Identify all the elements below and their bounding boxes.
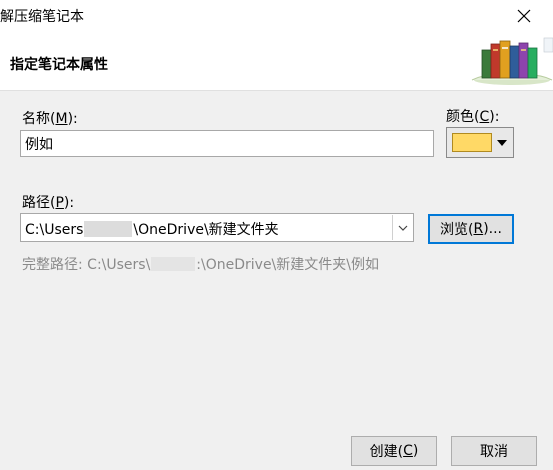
path-value: C:\Users \OneDrive\新建文件夹 bbox=[25, 219, 279, 239]
path-label: 路径(P): bbox=[22, 192, 74, 212]
color-swatch bbox=[452, 133, 492, 152]
name-label-key: M bbox=[55, 111, 68, 127]
path-label-suffix: ): bbox=[63, 195, 75, 211]
name-input[interactable] bbox=[20, 130, 434, 157]
create-button[interactable]: 创建(C) bbox=[351, 436, 437, 466]
name-label-suffix: ): bbox=[67, 111, 78, 127]
close-button[interactable] bbox=[506, 2, 542, 30]
color-label-prefix: 颜色( bbox=[446, 109, 480, 125]
full-path-text: 完整路径: C:\Users\ :\OneDrive\新建文件夹\例如 bbox=[22, 254, 379, 274]
cancel-button[interactable]: 取消 bbox=[451, 436, 537, 466]
path-value-end: \OneDrive\新建文件夹 bbox=[133, 222, 279, 238]
create-label-suffix: ) bbox=[412, 443, 419, 459]
browse-label-suffix: )... bbox=[483, 221, 502, 237]
header-title: 指定笔记本属性 bbox=[10, 57, 108, 73]
chevron-down-icon bbox=[398, 225, 408, 231]
create-label-key: C bbox=[403, 443, 413, 459]
unpack-notebook-dialog: 解压缩笔记本 指定笔记本属性 名称(M): 颜色(C): bbox=[0, 0, 553, 470]
path-value-start: C:\Users bbox=[25, 222, 84, 238]
color-label: 颜色(C): bbox=[446, 106, 499, 126]
dialog-header: 指定笔记本属性 bbox=[0, 30, 553, 91]
color-picker-button[interactable] bbox=[446, 127, 514, 158]
path-label-key: P bbox=[55, 195, 64, 211]
full-path-suffix: :\OneDrive\新建文件夹\例如 bbox=[196, 257, 379, 273]
color-label-key: C bbox=[479, 109, 490, 125]
redacted-username bbox=[151, 257, 196, 271]
browse-label-prefix: 浏览( bbox=[439, 222, 474, 238]
chevron-down-icon bbox=[497, 140, 507, 146]
color-label-suffix: ): bbox=[489, 109, 500, 125]
window-title: 解压缩笔记本 bbox=[0, 9, 84, 25]
books-icon bbox=[471, 37, 553, 85]
browse-button[interactable]: 浏览(R)... bbox=[428, 214, 514, 244]
create-label-prefix: 创建( bbox=[369, 444, 404, 460]
browse-label-key: R bbox=[473, 221, 484, 237]
redacted-username bbox=[84, 221, 133, 237]
path-combobox[interactable]: C:\Users \OneDrive\新建文件夹 bbox=[20, 213, 414, 242]
path-label-prefix: 路径( bbox=[22, 195, 56, 211]
full-path-prefix: 完整路径: C:\Users\ bbox=[22, 257, 151, 273]
name-label-prefix: 名称( bbox=[22, 111, 56, 127]
path-dropdown-button[interactable] bbox=[392, 215, 413, 240]
close-icon bbox=[517, 9, 531, 23]
name-label: 名称(M): bbox=[22, 108, 78, 128]
title-bar: 解压缩笔记本 bbox=[0, 0, 553, 30]
